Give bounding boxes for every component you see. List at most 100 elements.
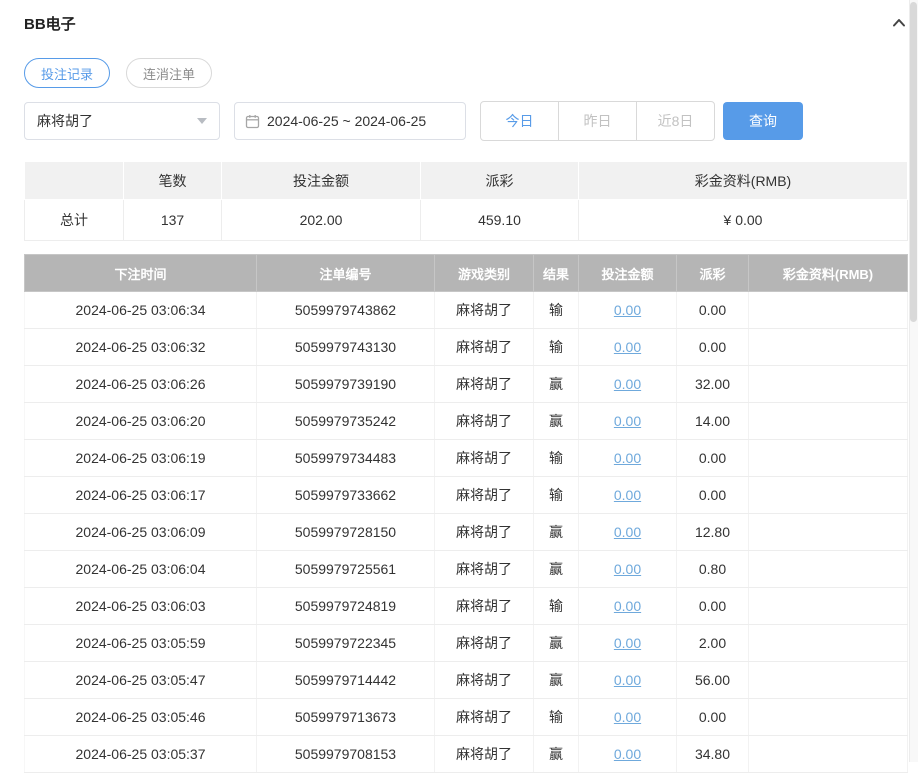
- bet-amount-cell: 0.00: [578, 476, 677, 514]
- table-row: 2024-06-25 03:06:17 5059979733662 麻将胡了输 0.0…: [24, 476, 908, 514]
- bet-amount-cell: 0.00: [578, 402, 677, 440]
- order-id-cell: 5059979739190: [256, 365, 435, 403]
- result-cell: 输: [533, 476, 579, 514]
- game-type-cell: 麻将胡了: [434, 291, 534, 329]
- bet-amount-link[interactable]: 0.00: [614, 746, 641, 762]
- result-cell: 赢: [533, 513, 579, 551]
- bet-amount-link[interactable]: 0.00: [614, 598, 641, 614]
- bet-amount-cell: 0.00: [578, 513, 677, 551]
- result-cell: 赢: [533, 661, 579, 699]
- col-bonus: 彩金资料(RMB): [748, 254, 908, 292]
- bonus-cell: [748, 365, 908, 403]
- bonus-cell: [748, 291, 908, 329]
- bet-time-cell: 2024-06-25 03:05:37: [24, 735, 257, 773]
- quick-date-button-group: 今日 昨日 近8日: [480, 101, 715, 141]
- bonus-cell: [748, 476, 908, 514]
- query-button[interactable]: 查询: [723, 102, 803, 140]
- game-type-cell: 麻将胡了: [434, 698, 534, 736]
- quick-last8days-button[interactable]: 近8日: [636, 101, 715, 141]
- bet-time-cell: 2024-06-25 03:06:03: [24, 587, 257, 625]
- bet-amount-cell: 0.00: [578, 735, 677, 773]
- bet-amount-link[interactable]: 0.00: [614, 561, 641, 577]
- table-row: 2024-06-25 03:05:59 5059979722345 麻将胡了赢 0.0…: [24, 624, 908, 662]
- bonus-cell: [748, 550, 908, 588]
- vertical-scrollbar[interactable]: [909, 0, 918, 762]
- bet-amount-cell: 0.00: [578, 624, 677, 662]
- table-row: 2024-06-25 03:06:26 5059979739190 麻将胡了赢 0.0…: [24, 365, 908, 403]
- payout-cell: 0.00: [676, 439, 749, 477]
- payout-cell: 2.00: [676, 624, 749, 662]
- payout-cell: 56.00: [676, 661, 749, 699]
- total-bet-amount: 202.00: [221, 199, 421, 241]
- bet-amount-link[interactable]: 0.00: [614, 709, 641, 725]
- payout-cell: 0.00: [676, 698, 749, 736]
- bet-amount-link[interactable]: 0.00: [614, 635, 641, 651]
- payout-cell: 32.00: [676, 365, 749, 403]
- col-game-type: 游戏类别: [434, 254, 534, 292]
- collapse-chevron-up-icon[interactable]: [890, 14, 908, 32]
- tab-bet-records[interactable]: 投注记录: [24, 58, 111, 88]
- game-type-cell: 麻将胡了: [434, 661, 534, 699]
- summary-col-bet-amount: 投注金额: [221, 161, 421, 200]
- result-cell: 输: [533, 439, 579, 477]
- order-id-cell: 5059979743862: [256, 291, 435, 329]
- order-id-cell: 5059979735242: [256, 402, 435, 440]
- game-type-cell: 麻将胡了: [434, 402, 534, 440]
- bet-amount-cell: 0.00: [578, 291, 677, 329]
- col-payout: 派彩: [676, 254, 749, 292]
- bet-amount-link[interactable]: 0.00: [614, 413, 641, 429]
- bet-amount-link[interactable]: 0.00: [614, 487, 641, 503]
- order-id-cell: 5059979733662: [256, 476, 435, 514]
- summary-table: 笔数 投注金额 派彩 彩金资料(RMB) 总计 137 202.00 459.1…: [24, 161, 908, 241]
- bet-amount-link[interactable]: 0.00: [614, 376, 641, 392]
- bonus-cell: [748, 402, 908, 440]
- game-type-cell: 麻将胡了: [434, 513, 534, 551]
- date-range-input[interactable]: 2024-06-25 ~ 2024-06-25: [234, 102, 466, 140]
- bet-amount-link[interactable]: 0.00: [614, 672, 641, 688]
- total-bonus: ¥ 0.00: [578, 199, 908, 241]
- bet-amount-link[interactable]: 0.00: [614, 302, 641, 318]
- bet-amount-link[interactable]: 0.00: [614, 524, 641, 540]
- order-id-cell: 5059979722345: [256, 624, 435, 662]
- bonus-cell: [748, 624, 908, 662]
- bet-time-cell: 2024-06-25 03:05:47: [24, 661, 257, 699]
- bonus-cell: [748, 735, 908, 773]
- bet-time-cell: 2024-06-25 03:05:46: [24, 698, 257, 736]
- result-cell: 输: [533, 291, 579, 329]
- col-bet-time: 下注时间: [24, 254, 257, 292]
- game-type-cell: 麻将胡了: [434, 439, 534, 477]
- records-tbody: 2024-06-25 03:06:34 5059979743862 麻将胡了输 0.0…: [24, 291, 908, 773]
- scrollbar-thumb[interactable]: [910, 2, 917, 322]
- chevron-down-icon: [197, 118, 207, 124]
- payout-cell: 0.00: [676, 328, 749, 366]
- bet-time-cell: 2024-06-25 03:06:34: [24, 291, 257, 329]
- game-select[interactable]: 麻将胡了: [24, 102, 220, 140]
- payout-cell: 0.00: [676, 476, 749, 514]
- page-title: BB电子: [24, 15, 76, 33]
- result-cell: 输: [533, 328, 579, 366]
- order-id-cell: 5059979708153: [256, 735, 435, 773]
- col-bet-amount: 投注金额: [578, 254, 677, 292]
- quick-yesterday-button[interactable]: 昨日: [558, 101, 637, 141]
- quick-today-button[interactable]: 今日: [480, 101, 559, 141]
- table-row: 2024-06-25 03:05:47 5059979714442 麻将胡了赢 0.0…: [24, 661, 908, 699]
- total-count: 137: [123, 199, 222, 241]
- result-cell: 赢: [533, 735, 579, 773]
- order-id-cell: 5059979734483: [256, 439, 435, 477]
- tab-cancelled-orders[interactable]: 连消注单: [126, 58, 213, 88]
- game-type-cell: 麻将胡了: [434, 624, 534, 662]
- bonus-cell: [748, 439, 908, 477]
- game-type-cell: 麻将胡了: [434, 365, 534, 403]
- table-row: 2024-06-25 03:06:03 5059979724819 麻将胡了输 0.0…: [24, 587, 908, 625]
- game-select-value: 麻将胡了: [37, 113, 93, 129]
- bet-amount-cell: 0.00: [578, 587, 677, 625]
- total-label: 总计: [24, 199, 124, 241]
- summary-header-row: 笔数 投注金额 派彩 彩金资料(RMB): [24, 161, 908, 200]
- result-cell: 赢: [533, 365, 579, 403]
- bet-amount-cell: 0.00: [578, 365, 677, 403]
- records-header-row: 下注时间 注单编号 游戏类别 结果 投注金额 派彩 彩金资料(RMB): [24, 254, 908, 292]
- bet-amount-cell: 0.00: [578, 328, 677, 366]
- bet-amount-link[interactable]: 0.00: [614, 450, 641, 466]
- bet-amount-link[interactable]: 0.00: [614, 339, 641, 355]
- total-payout: 459.10: [420, 199, 579, 241]
